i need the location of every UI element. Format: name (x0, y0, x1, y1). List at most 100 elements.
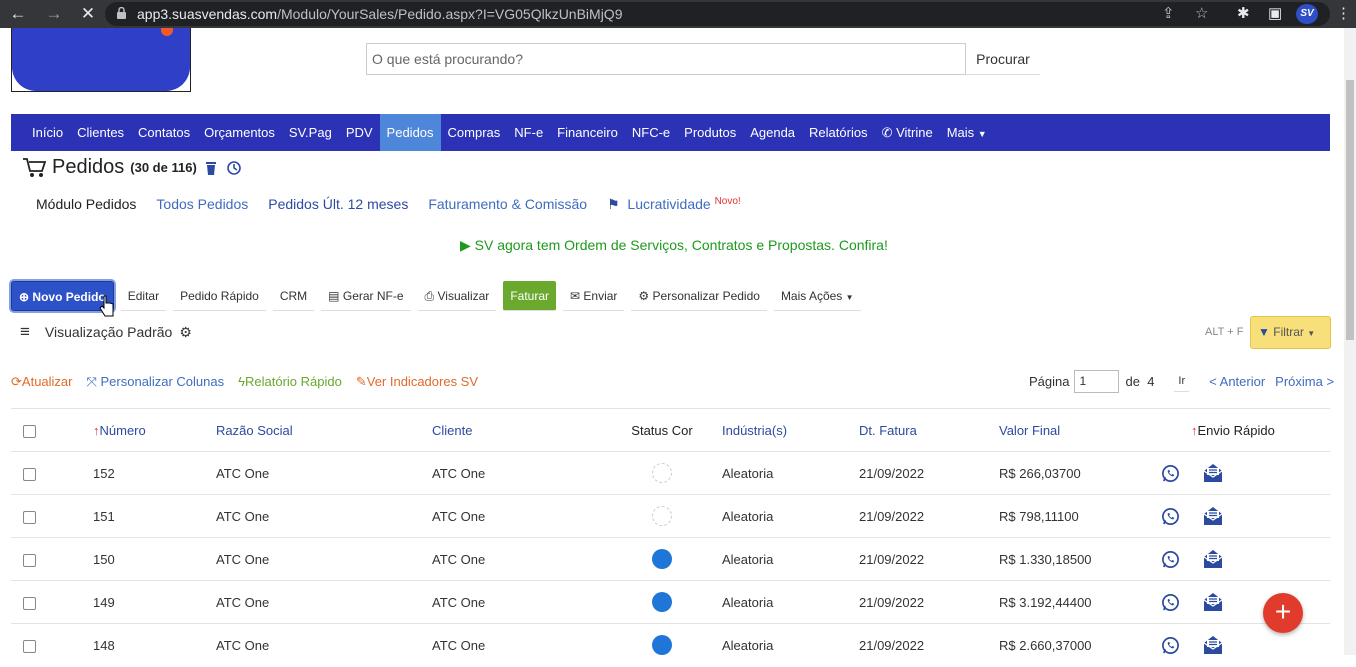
menu-compras[interactable]: Compras (441, 114, 508, 151)
crm-button[interactable]: CRM (272, 281, 315, 311)
view-gear-icon[interactable]: ⚙ (179, 324, 192, 341)
menu-orcamentos[interactable]: Orçamentos (197, 114, 282, 151)
select-all-checkbox[interactable] (23, 424, 36, 438)
subnav-lucratividade[interactable]: ⚑ Lucratividade Novo! (607, 196, 741, 213)
page-scrollbar[interactable] (1344, 28, 1356, 655)
search-button[interactable]: Procurar (966, 43, 1040, 75)
col-status: Status Cor (602, 408, 722, 452)
gerar-nfe-button[interactable]: ▤ Gerar NF-e (321, 281, 411, 311)
row-checkbox[interactable] (23, 553, 36, 567)
enviar-button[interactable]: ✉ Enviar (563, 281, 625, 311)
menu-pdv[interactable]: PDV (339, 114, 380, 151)
share-icon[interactable]: ⇪ (1162, 2, 1175, 26)
col-numero[interactable]: ↑Número (93, 408, 216, 452)
menu-svpag[interactable]: SV.Pag (282, 114, 339, 151)
editar-button[interactable]: Editar (120, 281, 167, 311)
visualizar-button[interactable]: ⎙ Visualizar (417, 281, 497, 311)
row-checkbox[interactable] (23, 510, 36, 524)
email-icon[interactable] (1202, 549, 1224, 569)
menu-clientes[interactable]: Clientes (70, 114, 131, 151)
row-checkbox[interactable] (23, 467, 36, 481)
menu-agenda[interactable]: Agenda (743, 114, 802, 151)
whatsapp-icon[interactable] (1161, 507, 1180, 526)
menu-mais[interactable]: Mais ▼ (940, 114, 994, 151)
pagination: Página 1 de 4 Ir < Anterior Próxima > (1029, 370, 1344, 393)
view-selector[interactable]: ≡ Visualização Padrão ⚙ (20, 322, 192, 342)
browser-menu-icon[interactable]: ⋮ (1336, 0, 1351, 28)
back-icon[interactable]: ← (6, 4, 30, 24)
indicadores-link[interactable]: ✎Ver Indicadores SV (356, 374, 478, 390)
faturar-button[interactable]: Faturar (503, 281, 556, 311)
email-icon[interactable] (1202, 592, 1224, 612)
cell-numero: 149 (93, 580, 216, 624)
search-input[interactable]: O que está procurando? (366, 43, 966, 75)
table-row[interactable]: 148 ATC One ATC One Aleatoria 21/09/2022 R$ 2… (11, 623, 1330, 667)
logo[interactable] (11, 28, 191, 92)
page-input[interactable]: 1 (1074, 370, 1120, 393)
promo-banner[interactable]: ▶ SV agora tem Ordem de Serviços, Contra… (460, 237, 888, 254)
menu-contatos[interactable]: Contatos (131, 114, 197, 151)
menu-pedidos[interactable]: Pedidos (379, 114, 441, 151)
email-icon[interactable] (1202, 506, 1224, 526)
row-checkbox[interactable] (23, 639, 36, 653)
sidepanel-icon[interactable]: ▣ (1268, 0, 1282, 28)
pager-label: Página (1029, 374, 1070, 389)
filter-shortcut: ALT + F (1205, 326, 1244, 338)
menu-produtos[interactable]: Produtos (677, 114, 743, 151)
cell-envio (1162, 623, 1330, 667)
mais-acoes-button[interactable]: Mais Ações ▼ (773, 281, 861, 311)
subnav-faturamento[interactable]: Faturamento & Comissão (428, 196, 587, 213)
anterior-link[interactable]: < Anterior (1209, 374, 1265, 389)
email-icon[interactable] (1202, 635, 1224, 655)
table-row[interactable]: 151 ATC One ATC One Aleatoria 21/09/2022 R$ 7… (11, 494, 1330, 538)
whatsapp-icon[interactable] (1161, 464, 1180, 483)
cart-icon (23, 157, 46, 177)
trash-icon[interactable] (205, 161, 217, 175)
whatsapp-icon[interactable] (1161, 550, 1180, 569)
table-row[interactable]: 150 ATC One ATC One Aleatoria 21/09/2022 R$ 1… (11, 537, 1330, 581)
col-razao[interactable]: Razão Social (216, 408, 432, 452)
profile-avatar[interactable]: SV (1296, 4, 1318, 24)
menu-financeiro[interactable]: Financeiro (550, 114, 625, 151)
forward-icon[interactable]: → (42, 4, 66, 24)
subnav-todos[interactable]: Todos Pedidos (156, 196, 248, 213)
ir-button[interactable]: Ir (1174, 371, 1190, 392)
atualizar-link[interactable]: ⟳Atualizar (11, 374, 72, 390)
col-industria[interactable]: Indústria(s) (722, 408, 859, 452)
extensions-icon[interactable]: ✱ (1237, 0, 1250, 28)
status-color-dot (652, 635, 672, 656)
stop-icon[interactable]: ✕ (76, 4, 100, 24)
caret-down-icon: ▼ (845, 293, 854, 302)
table-row[interactable]: 152 ATC One ATC One Aleatoria 21/09/2022 R$ 2… (11, 451, 1330, 495)
history-icon[interactable] (226, 160, 241, 175)
menu-nfe[interactable]: NF-e (507, 114, 550, 151)
personalizar-pedido-button[interactable]: ⚙ Personalizar Pedido (631, 281, 767, 311)
menu-inicio[interactable]: Início (25, 114, 70, 151)
status-color-dot (652, 592, 672, 612)
relatorio-rapido-link[interactable]: ϟRelatório Rápido (238, 374, 342, 390)
col-dt-fatura[interactable]: Dt. Fatura (859, 408, 999, 452)
personalizar-colunas-link[interactable]: ⤧ Personalizar Colunas (86, 374, 224, 390)
address-bar[interactable]: app3.suasvendas.com/Modulo/YourSales/Ped… (105, 2, 1330, 26)
col-valor[interactable]: Valor Final (999, 408, 1191, 452)
star-icon[interactable]: ☆ (1195, 2, 1208, 26)
whatsapp-icon[interactable] (1161, 593, 1180, 612)
subnav-modulo[interactable]: Módulo Pedidos (36, 196, 136, 213)
menu-vitrine[interactable]: ✆ Vitrine (875, 114, 940, 151)
row-checkbox[interactable] (23, 596, 36, 610)
col-cliente[interactable]: Cliente (432, 408, 602, 452)
hamburger-icon[interactable]: ≡ (20, 322, 30, 342)
whatsapp-icon[interactable] (1161, 636, 1180, 655)
subnav-ult12[interactable]: Pedidos Últ. 12 meses (268, 196, 408, 213)
add-fab-button[interactable]: + (1263, 593, 1303, 633)
cell-cliente: ATC One (432, 537, 602, 581)
menu-relatorios[interactable]: Relatórios (802, 114, 875, 151)
menu-nfce[interactable]: NFC-e (625, 114, 677, 151)
pedido-rapido-button[interactable]: Pedido Rápido (173, 281, 266, 311)
view-label: Visualização Padrão (44, 324, 173, 340)
filtrar-button[interactable]: ▼ Filtrar ▼ (1250, 316, 1331, 349)
filter-icon: ▼ (1258, 325, 1270, 339)
proxima-link[interactable]: Próxima > (1275, 374, 1334, 389)
table-row[interactable]: 149 ATC One ATC One Aleatoria 21/09/2022 R$ 3… (11, 580, 1330, 624)
email-icon[interactable] (1202, 463, 1224, 483)
